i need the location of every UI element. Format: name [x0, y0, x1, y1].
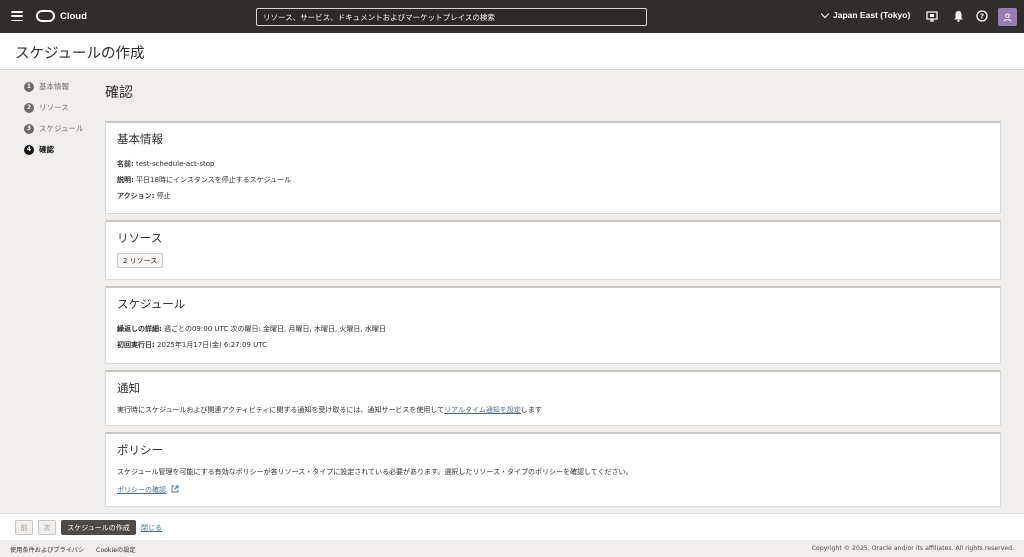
profile-icon[interactable]	[998, 8, 1017, 26]
step-number: 3	[24, 123, 34, 134]
copyright-text: Copyright © 2025, Oracle and/or its affi…	[811, 545, 1014, 552]
review-title: 確認	[105, 85, 133, 101]
card-heading: スケジュール	[117, 297, 186, 311]
notification-card: 通知 実行時にスケジュールおよび関連アクティビティに関する通知を受け取るには、通…	[105, 370, 1001, 426]
developer-tools-icon[interactable]	[926, 10, 938, 22]
repeat-row: 繰返しの詳細: 週ごとの09:00 UTC 次の曜日: 金曜日, 月曜日, 木曜…	[117, 324, 386, 334]
step-basic-info[interactable]: 1 基本情報	[24, 76, 83, 97]
close-button[interactable]: 閉じる	[140, 520, 163, 535]
name-value: test-schedule-act-stop	[136, 160, 215, 168]
repeat-value: 週ごとの09:00 UTC 次の曜日: 金曜日, 月曜日, 木曜日, 火曜日, …	[164, 325, 386, 333]
name-row: 名前: test-schedule-act-stop	[117, 159, 214, 169]
card-heading: 基本情報	[117, 132, 163, 146]
first-run-label: 初回実行日:	[117, 341, 155, 349]
wizard-actions: 前 次 スケジュールの作成 閉じる	[0, 513, 1024, 540]
step-label: スケジュール	[39, 124, 84, 133]
resource-count-tag[interactable]: 2 リソース	[117, 253, 164, 268]
card-heading: リソース	[117, 231, 163, 245]
action-row: アクション: 停止	[117, 191, 171, 201]
description-label: 説明:	[117, 176, 134, 184]
action-label: アクション:	[117, 192, 155, 200]
notification-text: 実行時にスケジュールおよび関連アクティビティに関する通知を受け取るには、通知サー…	[117, 405, 542, 415]
step-resources[interactable]: 2 リソース	[24, 97, 83, 118]
notification-text-after: します	[520, 406, 542, 414]
brand-name: Cloud	[60, 10, 87, 22]
step-number: 1	[24, 81, 34, 92]
wizard-steps: 1 基本情報 2 リソース 3 スケジュール 4 確認	[24, 76, 83, 160]
step-number: 2	[24, 102, 34, 113]
description-row: 説明: 平日18時にインスタンスを停止するスケジュール	[117, 175, 291, 185]
card-heading: ポリシー	[117, 443, 163, 457]
policy-review-link[interactable]: ポリシーの確認	[117, 486, 166, 494]
description-value: 平日18時にインスタンスを停止するスケジュール	[136, 176, 292, 184]
schedule-card: スケジュール 繰返しの詳細: 週ごとの09:00 UTC 次の曜日: 金曜日, …	[105, 286, 1001, 364]
oracle-cloud-logo[interactable]: Cloud	[36, 10, 87, 22]
search-input[interactable]: リソース、サービス、ドキュメントおよびマーケットプレイスの検索	[256, 8, 647, 26]
chevron-down-icon	[820, 9, 830, 18]
page-title: スケジュールの作成	[15, 46, 145, 62]
create-schedule-button[interactable]: スケジュールの作成	[61, 520, 136, 535]
search-placeholder: リソース、サービス、ドキュメントおよびマーケットプレイスの検索	[263, 12, 495, 22]
previous-button[interactable]: 前	[15, 520, 33, 535]
oracle-logo-icon	[36, 10, 55, 22]
basic-info-card: 基本情報 名前: test-schedule-act-stop 説明: 平日18…	[105, 121, 1001, 214]
top-navigation-bar: Cloud リソース、サービス、ドキュメントおよびマーケットプレイスの検索 Ja…	[0, 0, 1024, 33]
external-link-icon[interactable]	[171, 485, 179, 493]
card-heading: 通知	[117, 381, 140, 395]
next-button[interactable]: 次	[38, 520, 56, 535]
step-schedule[interactable]: 3 スケジュール	[24, 118, 83, 139]
step-number: 4	[24, 144, 34, 155]
policy-card: ポリシー スケジュール管理を可能にする有効なポリシーが各リソース・タイプに設定さ…	[105, 432, 1001, 507]
step-label: 基本情報	[39, 82, 69, 91]
svg-text:?: ?	[980, 13, 984, 21]
policy-text: スケジュール管理を可能にする有効なポリシーが各リソース・タイプに設定されている必…	[117, 468, 633, 476]
region-label: Japan East (Tokyo)	[833, 10, 911, 20]
page-header: スケジュールの作成	[0, 33, 1024, 70]
bell-icon[interactable]	[952, 10, 964, 22]
realtime-notification-link[interactable]: リアルタイム通知を設定	[444, 406, 521, 414]
resources-card: リソース 2 リソース	[105, 220, 1001, 280]
region-selector[interactable]: Japan East (Tokyo)	[820, 9, 911, 20]
step-label: 確認	[39, 145, 54, 154]
terms-privacy-link[interactable]: 使用条件およびプライバシ	[10, 545, 84, 554]
help-icon[interactable]: ?	[976, 10, 988, 22]
page-footer: 使用条件およびプライバシ Cookieの設定 Copyright © 2025,…	[0, 540, 1024, 557]
name-label: 名前:	[117, 160, 134, 168]
first-run-row: 初回実行日: 2025年1月17日(金) 6:27:09 UTC	[117, 340, 267, 350]
step-label: リソース	[39, 103, 69, 112]
step-review[interactable]: 4 確認	[24, 139, 83, 160]
first-run-value: 2025年1月17日(金) 6:27:09 UTC	[157, 341, 267, 349]
cookie-settings-link[interactable]: Cookieの設定	[96, 545, 136, 554]
notification-text-before: 実行時にスケジュールおよび関連アクティビティに関する通知を受け取るには、通知サー…	[117, 406, 445, 414]
action-value: 停止	[156, 192, 171, 200]
menu-icon[interactable]	[11, 11, 23, 21]
repeat-label: 繰返しの詳細:	[117, 325, 162, 333]
policy-link-row: ポリシーの確認	[117, 485, 179, 495]
